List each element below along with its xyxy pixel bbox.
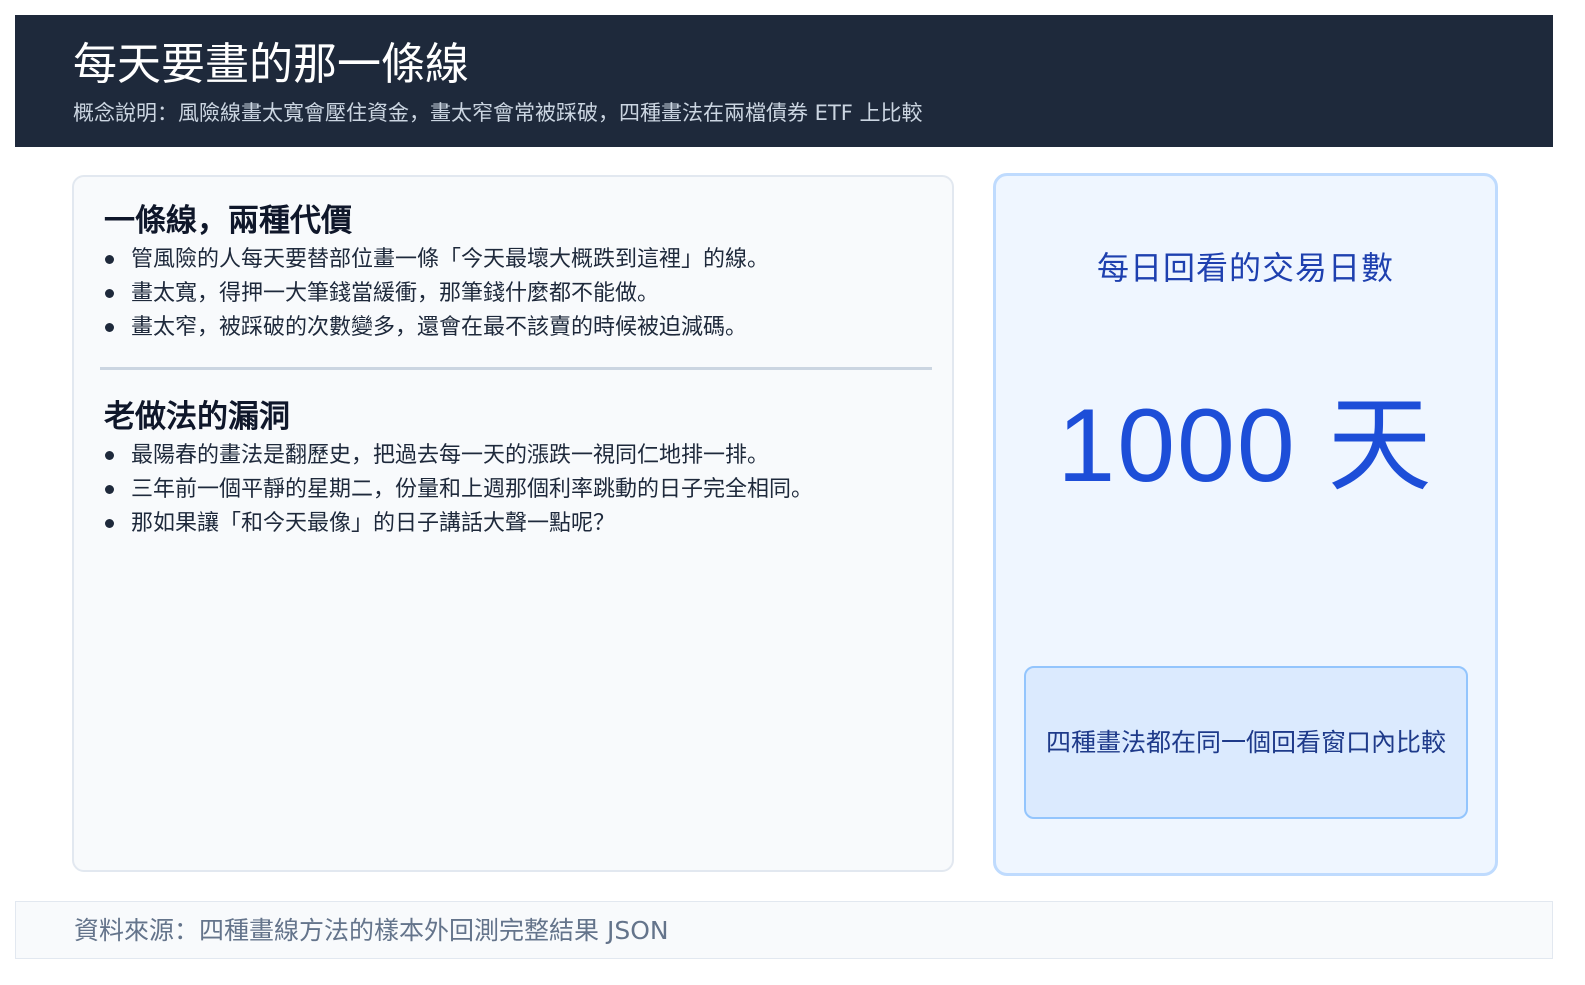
footer-bar: 資料來源：四種畫線方法的樣本外回測完整結果 JSON — [15, 901, 1553, 959]
metric-note: 四種畫法都在同一個回看窗口內比較 — [1045, 728, 1446, 757]
page-subtitle: 概念說明：風險線畫太寬會壓住資金，畫太窄會常被踩破，四種畫法在兩檔債券 ETF … — [73, 101, 923, 125]
page-title: 每天要畫的那一條線 — [73, 39, 469, 90]
metric-label: 每日回看的交易日數 — [1096, 249, 1394, 287]
bullet-text: 三年前一個平靜的星期二，份量和上週那個利率跳動的日子完全相同。 — [131, 477, 814, 502]
bullet-list: 最陽春的畫法是翻歷史，把過去每一天的漲跌一視同仁地排一排。 三年前一個平靜的星期… — [102, 439, 932, 540]
explanation-card: 一條線，兩種代價 管風險的人每天要替部位畫一條「今天最壞大概跌到這裡」的線。 畫… — [72, 175, 954, 872]
bullet-text: 那如果讓「和今天最像」的日子講話大聲一點呢？ — [131, 511, 616, 536]
bullet-dot-icon — [105, 323, 114, 332]
list-item: 管風險的人每天要替部位畫一條「今天最壞大概跌到這裡」的線。 — [102, 243, 932, 276]
bullet-dot-icon — [105, 451, 114, 460]
bullet-text: 管風險的人每天要替部位畫一條「今天最壞大概跌到這裡」的線。 — [131, 247, 770, 272]
header-bar: 每天要畫的那一條線 概念說明：風險線畫太寬會壓住資金，畫太窄會常被踩破，四種畫法… — [15, 15, 1553, 147]
bullet-dot-icon — [105, 255, 114, 264]
bullet-text: 最陽春的畫法是翻歷史，把過去每一天的漲跌一視同仁地排一排。 — [131, 443, 770, 468]
bullet-dot-icon — [105, 289, 114, 298]
source-note: 資料來源：四種畫線方法的樣本外回測完整結果 JSON — [74, 916, 669, 945]
list-item: 畫太窄，被踩破的次數變多，還會在最不該賣的時候被迫減碼。 — [102, 311, 932, 344]
metric-value: 1000 天 — [1057, 388, 1434, 504]
list-item: 畫太寬，得押一大筆錢當緩衝，那筆錢什麼都不能做。 — [102, 277, 932, 310]
slide: 每天要畫的那一條線 概念說明：風險線畫太寬會壓住資金，畫太窄會常被踩破，四種畫法… — [0, 0, 1585, 985]
bullet-dot-icon — [105, 485, 114, 494]
section-title: 老做法的漏洞 — [104, 399, 290, 435]
bullet-text: 畫太寬，得押一大筆錢當緩衝，那筆錢什麼都不能做。 — [131, 281, 660, 306]
section-cost: 一條線，兩種代價 管風險的人每天要替部位畫一條「今天最壞大概跌到這裡」的線。 畫… — [102, 199, 932, 345]
bullet-dot-icon — [105, 519, 114, 528]
metric-note-box: 四種畫法都在同一個回看窗口內比較 — [1024, 666, 1468, 819]
section-flaw: 老做法的漏洞 最陽春的畫法是翻歷史，把過去每一天的漲跌一視同仁地排一排。 三年前… — [102, 395, 932, 541]
list-item: 最陽春的畫法是翻歷史，把過去每一天的漲跌一視同仁地排一排。 — [102, 439, 932, 472]
bullet-list: 管風險的人每天要替部位畫一條「今天最壞大概跌到這裡」的線。 畫太寬，得押一大筆錢… — [102, 243, 932, 344]
section-title: 一條線，兩種代價 — [104, 203, 352, 239]
list-item: 那如果讓「和今天最像」的日子講話大聲一點呢？ — [102, 507, 932, 540]
metric-card: 每日回看的交易日數 1000 天 四種畫法都在同一個回看窗口內比較 — [993, 173, 1498, 876]
list-item: 三年前一個平靜的星期二，份量和上週那個利率跳動的日子完全相同。 — [102, 473, 932, 506]
section-divider — [100, 367, 932, 370]
bullet-text: 畫太窄，被踩破的次數變多，還會在最不該賣的時候被迫減碼。 — [131, 315, 748, 340]
